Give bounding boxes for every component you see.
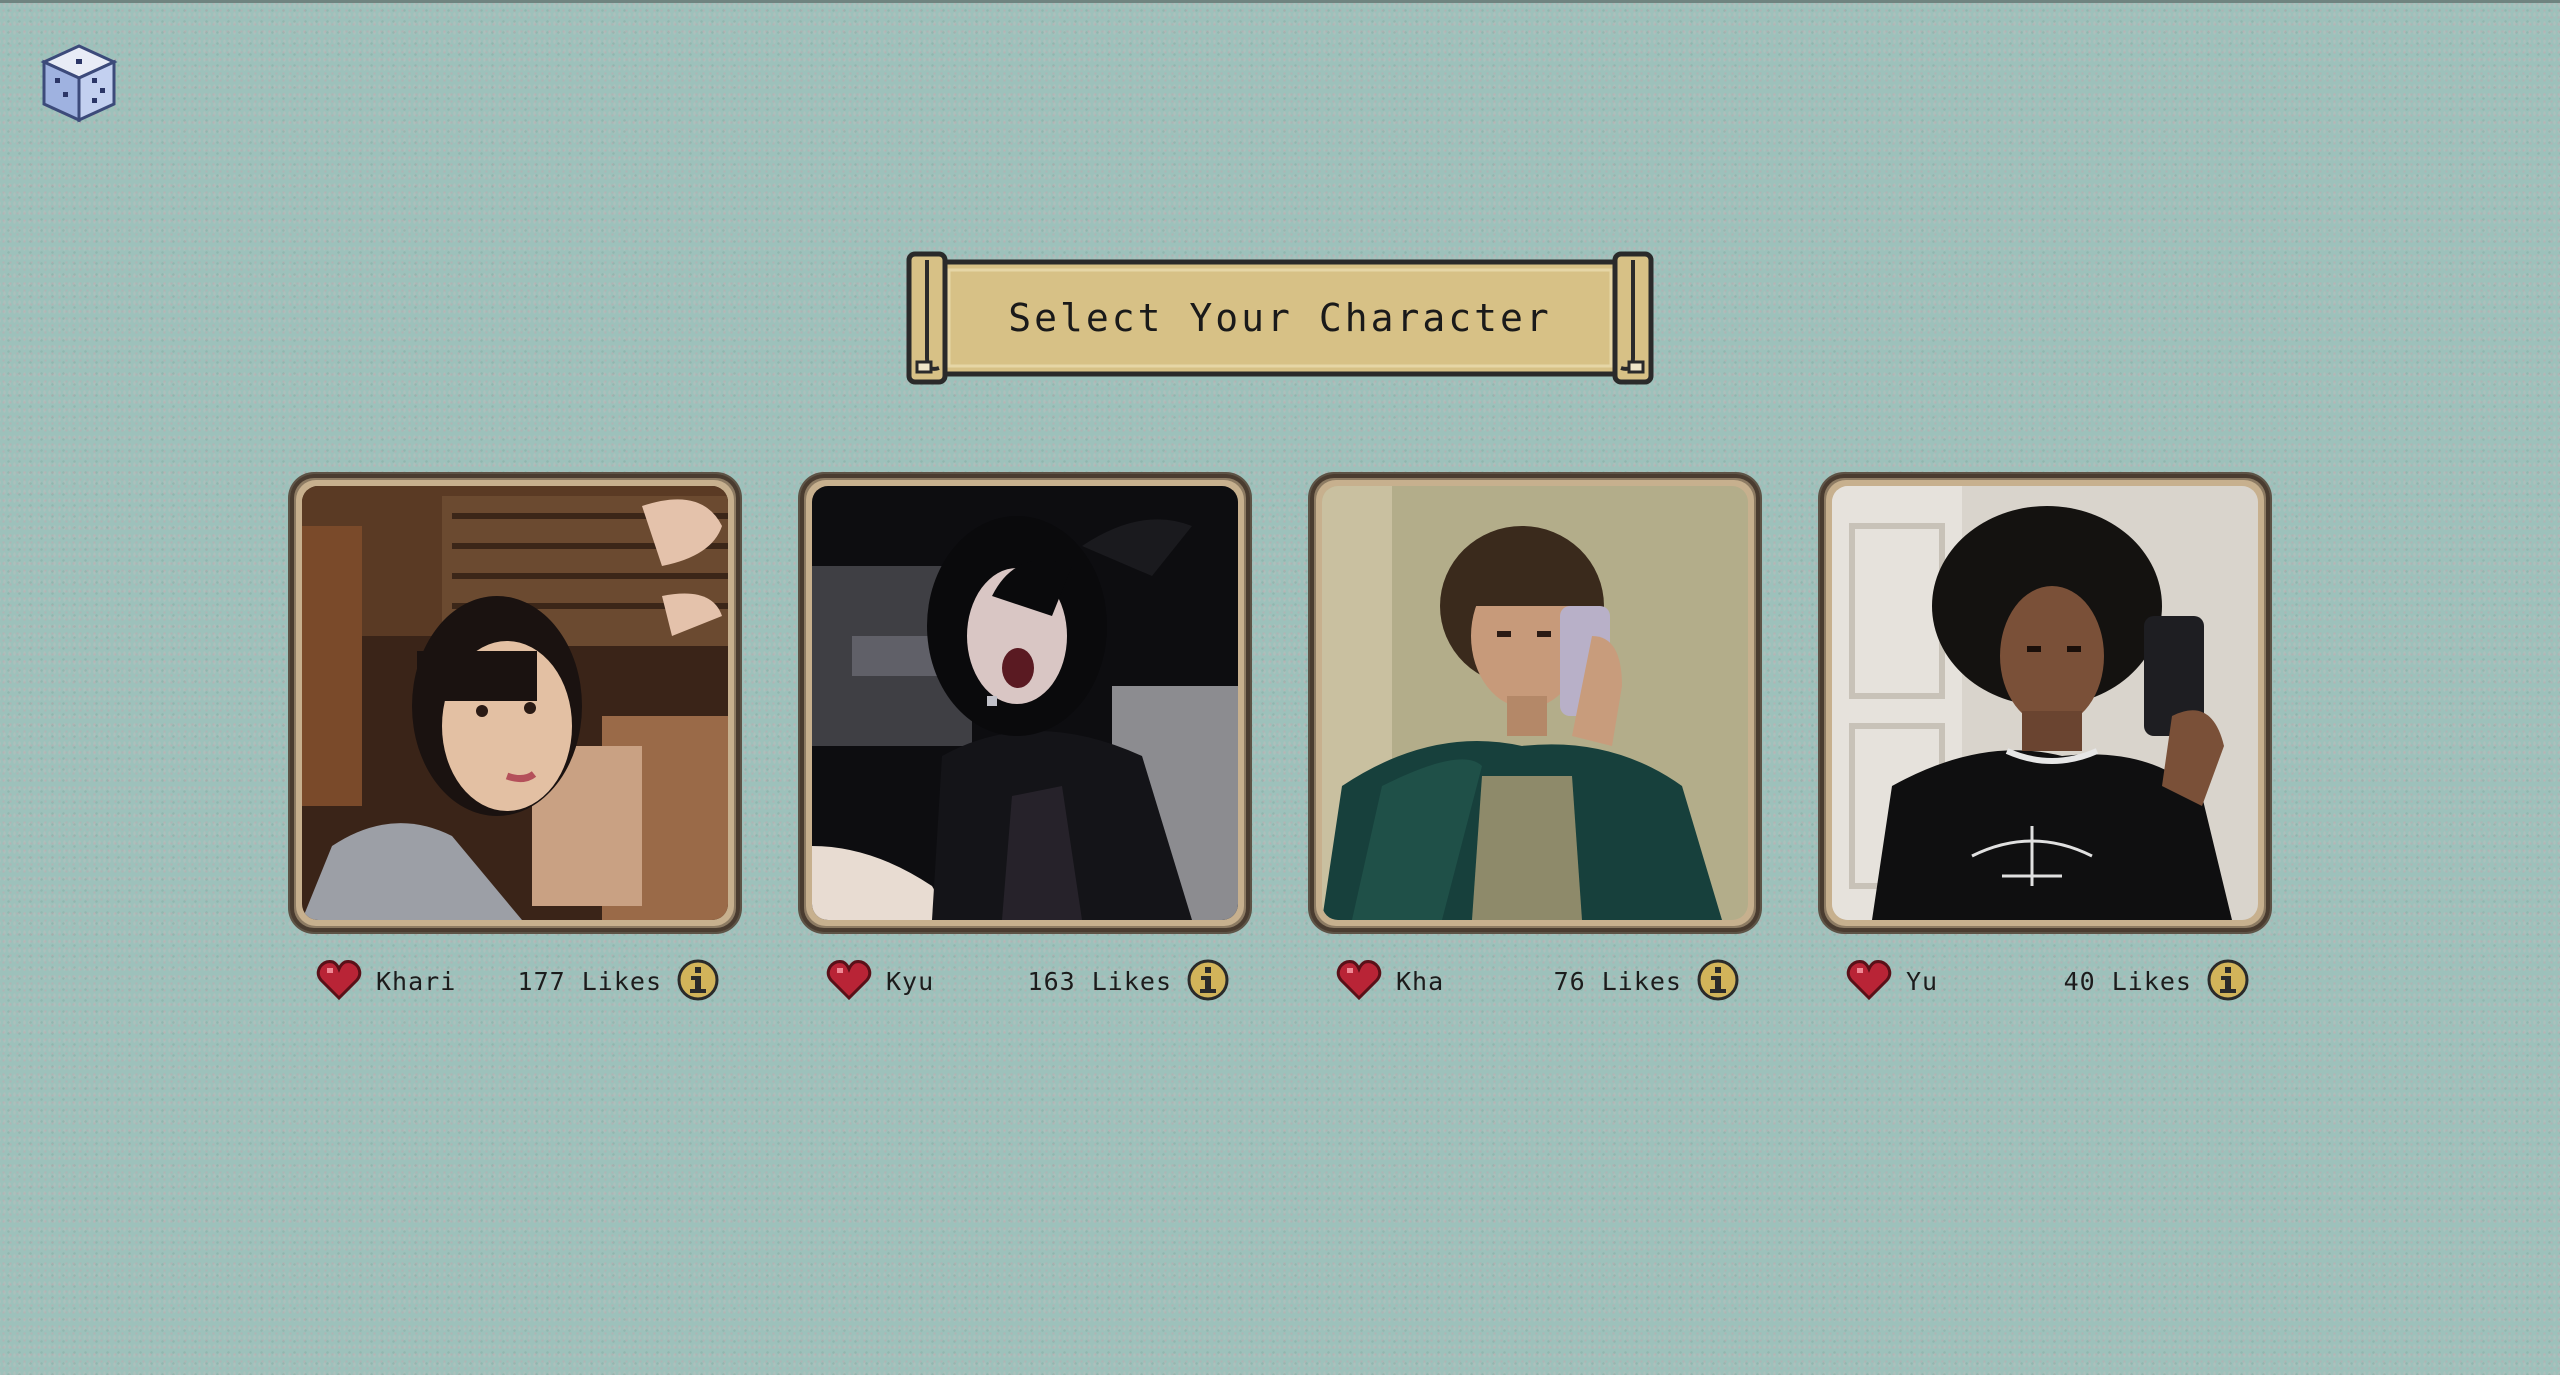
likes-count: 40 Likes xyxy=(2063,967,2192,996)
heart-icon[interactable] xyxy=(1846,958,1892,1002)
card-frame xyxy=(290,474,740,932)
card-frame xyxy=(1820,474,2270,932)
character-photo[interactable] xyxy=(1832,486,2258,920)
info-icon[interactable] xyxy=(2206,958,2250,1002)
card-footer: Kyu 163 Likes xyxy=(826,958,1230,1002)
card-frame xyxy=(800,474,1250,932)
heart-icon[interactable] xyxy=(1336,958,1382,1002)
character-name: Kyu xyxy=(886,967,935,996)
dice-icon[interactable] xyxy=(38,42,120,124)
character-name: Kha xyxy=(1396,967,1445,996)
character-card[interactable]: Khari 177 Likes xyxy=(290,474,740,1014)
likes-count: 163 Likes xyxy=(1027,967,1172,996)
title-banner: Select Your Character xyxy=(905,250,1655,386)
card-footer: Kha 76 Likes xyxy=(1336,958,1740,1002)
info-icon[interactable] xyxy=(1696,958,1740,1002)
character-card[interactable]: Kyu 163 Likes xyxy=(800,474,1250,1014)
info-icon[interactable] xyxy=(1186,958,1230,1002)
character-card[interactable]: Yu 40 Likes xyxy=(1820,474,2270,1014)
heart-icon[interactable] xyxy=(316,958,362,1002)
card-frame xyxy=(1310,474,1760,932)
character-name: Yu xyxy=(1906,967,1939,996)
info-icon[interactable] xyxy=(676,958,720,1002)
heart-icon[interactable] xyxy=(826,958,872,1002)
character-card[interactable]: Kha 76 Likes xyxy=(1310,474,1760,1014)
character-photo[interactable] xyxy=(302,486,728,920)
card-footer: Khari 177 Likes xyxy=(316,958,720,1002)
character-photo[interactable] xyxy=(1322,486,1748,920)
character-name: Khari xyxy=(376,967,457,996)
card-footer: Yu 40 Likes xyxy=(1846,958,2250,1002)
character-photo[interactable] xyxy=(812,486,1238,920)
character-card-list: Khari 177 Likes Kyu 163 Likes Kha 76 Lik… xyxy=(290,474,2270,1014)
likes-count: 76 Likes xyxy=(1553,967,1682,996)
top-border xyxy=(0,0,2560,3)
page-title: Select Your Character xyxy=(1008,296,1552,340)
likes-count: 177 Likes xyxy=(517,967,662,996)
